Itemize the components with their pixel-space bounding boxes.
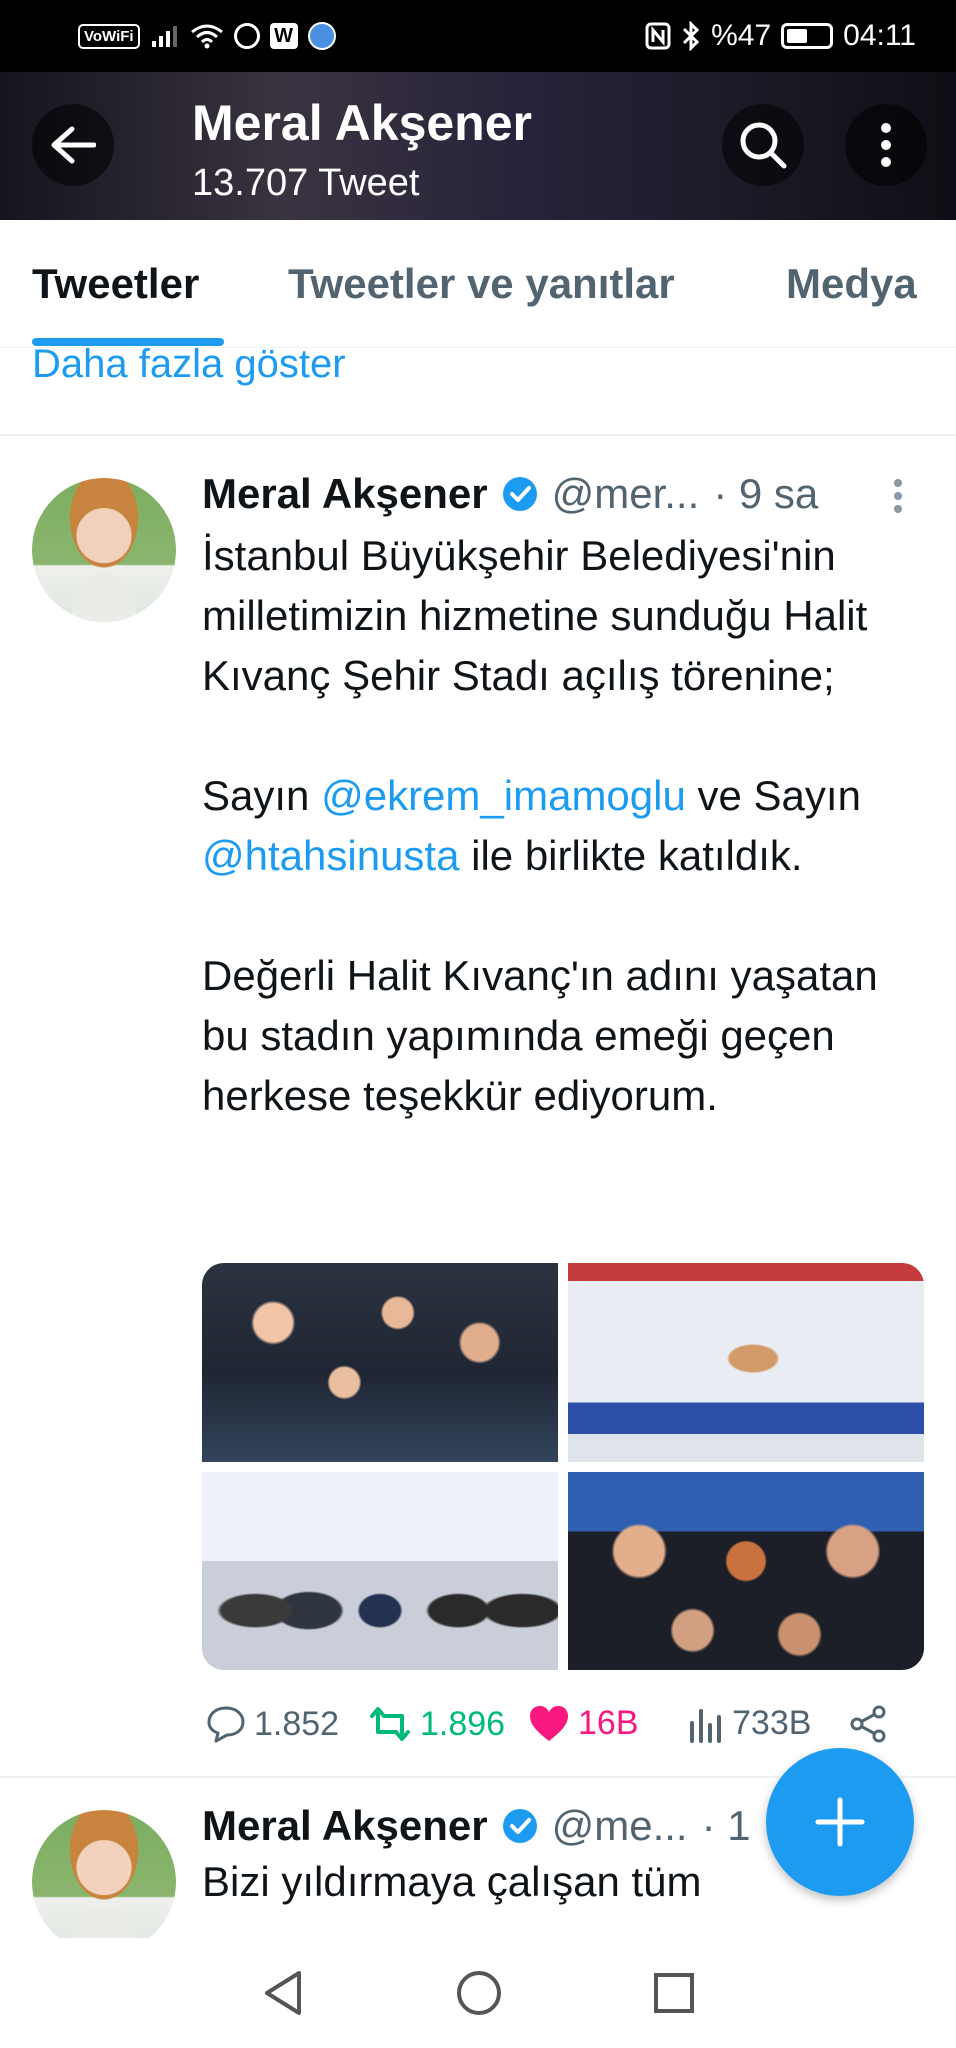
compose-tweet-button[interactable]	[766, 1748, 914, 1896]
globe-icon	[307, 22, 336, 50]
back-arrow-icon	[51, 126, 96, 164]
tweet-actions: 1.852 1.896 16B 733B	[0, 1696, 956, 1756]
plus-icon	[815, 1797, 865, 1847]
reply-icon	[207, 1706, 245, 1743]
search-button[interactable]	[722, 104, 804, 186]
media-photo[interactable]	[202, 1263, 558, 1462]
tweet-more-button[interactable]	[892, 478, 904, 519]
mention-link[interactable]: @ekrem_imamoglu	[321, 772, 686, 819]
text-segment: ile birlikte katıldık.	[459, 832, 803, 879]
header-title: Meral Akşener	[192, 95, 532, 151]
profile-header: Meral Akşener 13.707 Tweet	[0, 72, 956, 220]
signal-icon	[151, 26, 177, 47]
battery-icon	[781, 23, 834, 49]
show-more-link[interactable]: Daha fazla göster	[32, 342, 346, 387]
tweet-timestamp[interactable]: · 9 sa	[713, 470, 818, 518]
views-button[interactable]: 733B	[688, 1704, 811, 1743]
system-nav-bar	[0, 1938, 956, 2048]
media-photo[interactable]	[568, 1263, 924, 1462]
tweet-text: İstanbul Büyükşehir Belediyesi'nin mille…	[202, 526, 922, 1186]
views-count: 733B	[732, 1704, 812, 1742]
views-chart-icon	[690, 1708, 721, 1743]
like-button[interactable]: 16B	[528, 1704, 639, 1743]
nfc-icon	[645, 22, 671, 50]
nav-back-icon[interactable]	[261, 1969, 305, 2017]
tweet-paragraph: Değerli Halit Kıvanç'ın adını yaşatan bu…	[202, 952, 878, 1119]
verified-badge-icon	[502, 477, 537, 511]
tweet-author-name[interactable]: Meral Akşener	[202, 470, 488, 518]
like-count: 16B	[578, 1704, 639, 1742]
tweet-paragraph: İstanbul Büyükşehir Belediyesi'nin mille…	[202, 532, 868, 699]
divider	[0, 434, 956, 436]
tweet-timestamp[interactable]: · 1	[702, 1802, 751, 1850]
status-right: %47 04:11	[645, 19, 916, 53]
verified-badge-icon	[502, 1809, 537, 1843]
sync-icon	[233, 23, 260, 49]
status-bar: VoWiFi W %47 04:11	[0, 0, 956, 72]
tab-media[interactable]: Medya	[786, 260, 917, 308]
text-segment: Sayın	[202, 772, 322, 819]
nav-recents-icon[interactable]	[653, 1972, 695, 2014]
media-photo[interactable]	[568, 1471, 924, 1670]
mention-link[interactable]: @htahsinusta	[202, 832, 459, 879]
status-left: VoWiFi W	[78, 22, 336, 50]
nav-home-icon[interactable]	[455, 1969, 503, 2017]
profile-tabs: Tweetler Tweetler ve yanıtlar Medya	[0, 220, 956, 348]
search-icon	[740, 122, 787, 169]
retweet-button[interactable]: 1.896	[368, 1704, 505, 1744]
avatar[interactable]	[32, 1810, 176, 1954]
tweet-paragraph: Sayın @ekrem_imamoglu ve Sayın @htahsinu…	[202, 766, 922, 886]
tweet-count: 13.707 Tweet	[192, 162, 420, 204]
share-button[interactable]	[848, 1704, 888, 1744]
heart-icon	[530, 1705, 568, 1741]
battery-percent: %47	[711, 19, 772, 52]
text-segment: ve Sayın	[685, 772, 861, 819]
tweet-text: Bizi yıldırmaya çalışan tüm	[202, 1858, 702, 1905]
vowifi-icon: VoWiFi	[78, 23, 140, 49]
bluetooth-icon	[683, 21, 700, 51]
tweet-author-handle[interactable]: @mer...	[552, 470, 700, 518]
tab-tweets[interactable]: Tweetler	[32, 260, 199, 308]
tweet-author-name[interactable]: Meral Akşener	[202, 1802, 488, 1850]
back-button[interactable]	[32, 104, 114, 186]
tab-tweets-and-replies[interactable]: Tweetler ve yanıtlar	[288, 260, 675, 308]
retweet-icon	[370, 1707, 410, 1741]
tweet-media-grid	[202, 1263, 924, 1670]
more-vertical-icon	[881, 123, 891, 167]
avatar[interactable]	[32, 478, 176, 622]
tweet-author-handle[interactable]: @me...	[552, 1802, 688, 1850]
more-options-button[interactable]	[845, 104, 927, 186]
clock: 04:11	[843, 19, 916, 52]
reply-button[interactable]: 1.852	[206, 1704, 339, 1744]
reply-count: 1.852	[254, 1704, 340, 1743]
media-photo[interactable]	[202, 1471, 558, 1670]
retweet-count: 1.896	[420, 1704, 506, 1743]
tweet-header: Meral Akşener @me... · 1	[202, 1802, 751, 1850]
w-app-icon: W	[269, 23, 298, 49]
tweet-header: Meral Akşener @mer... · 9 sa	[202, 470, 818, 518]
more-vertical-icon	[894, 479, 902, 513]
share-icon	[850, 1705, 886, 1743]
wifi-icon	[190, 24, 223, 49]
